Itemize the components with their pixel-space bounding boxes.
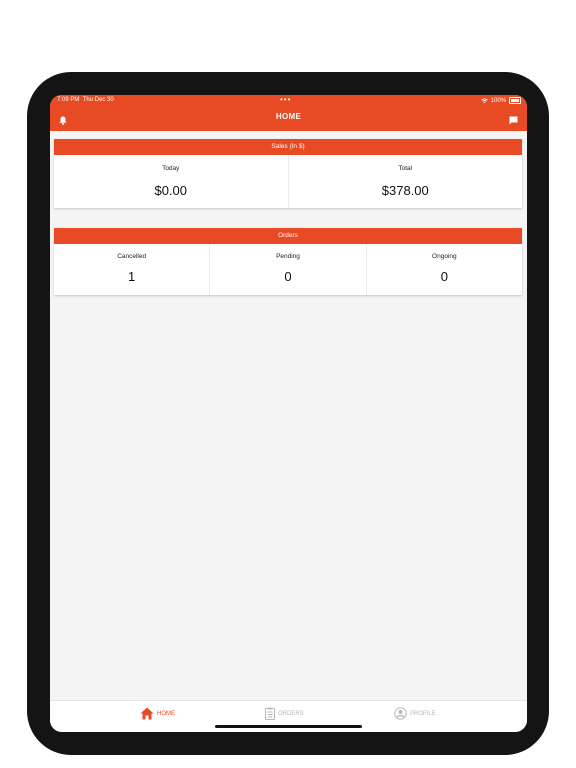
tab-profile[interactable]: PROFILE — [394, 707, 436, 720]
orders-cancelled-value: 1 — [128, 269, 136, 284]
home-indicator — [215, 725, 362, 728]
battery-icon — [509, 97, 521, 104]
battery-percent: 100% — [490, 97, 506, 104]
orders-stats: Cancelled 1 Pending 0 Ongoing 0 — [54, 244, 522, 295]
orders-ongoing-label: Ongoing — [432, 253, 457, 260]
sales-today: Today $0.00 — [54, 155, 289, 208]
sales-today-value: $0.00 — [154, 183, 188, 198]
status-bar-time: 7:09 PM Thu Dec 30 — [57, 97, 114, 103]
messages-button[interactable] — [509, 112, 518, 130]
message-icon — [509, 116, 518, 125]
orders-pending: Pending 0 — [210, 244, 367, 295]
orders-card: Orders Cancelled 1 Pending 0 Ongoing 0 — [54, 228, 522, 295]
status-time: 7:09 PM — [57, 97, 80, 103]
orders-card-title: Orders — [54, 228, 522, 244]
wifi-icon — [480, 97, 488, 103]
top-bar: 7:09 PM Thu Dec 30 ••• 100% HOME — [50, 95, 527, 131]
orders-cancelled: Cancelled 1 — [54, 244, 211, 295]
tab-profile-label: PROFILE — [410, 710, 436, 717]
clipboard-icon — [265, 707, 275, 720]
orders-pending-value: 0 — [284, 269, 292, 284]
multitasking-dots[interactable]: ••• — [280, 95, 291, 104]
orders-ongoing: Ongoing 0 — [367, 244, 522, 295]
orders-cancelled-label: Cancelled — [117, 253, 147, 260]
sales-total-label: Total — [398, 165, 413, 172]
page-title: HOME — [275, 112, 302, 121]
tab-orders[interactable]: ORDERS — [265, 707, 304, 720]
app-screen: 7:09 PM Thu Dec 30 ••• 100% HOME Sales (… — [50, 95, 527, 732]
sales-today-label: Today — [162, 165, 180, 172]
sales-card-title: Sales (In $) — [54, 139, 522, 155]
sales-stats: Today $0.00 Total $378.00 — [54, 155, 522, 208]
tab-home-label: HOME — [157, 710, 175, 717]
tab-bar: HOME ORDERS PROFILE — [50, 700, 527, 732]
tab-orders-label: ORDERS — [278, 710, 304, 717]
status-date: Thu Dec 30 — [82, 97, 114, 103]
sales-total-value: $378.00 — [381, 183, 429, 198]
orders-ongoing-value: 0 — [440, 269, 448, 284]
tab-home[interactable]: HOME — [140, 707, 175, 720]
user-circle-icon — [394, 707, 407, 720]
sales-total: Total $378.00 — [289, 155, 523, 208]
status-bar-right: 100% — [480, 97, 521, 104]
orders-pending-label: Pending — [276, 253, 300, 260]
sales-card: Sales (In $) Today $0.00 Total $378.00 — [54, 139, 522, 208]
home-icon — [140, 707, 154, 720]
